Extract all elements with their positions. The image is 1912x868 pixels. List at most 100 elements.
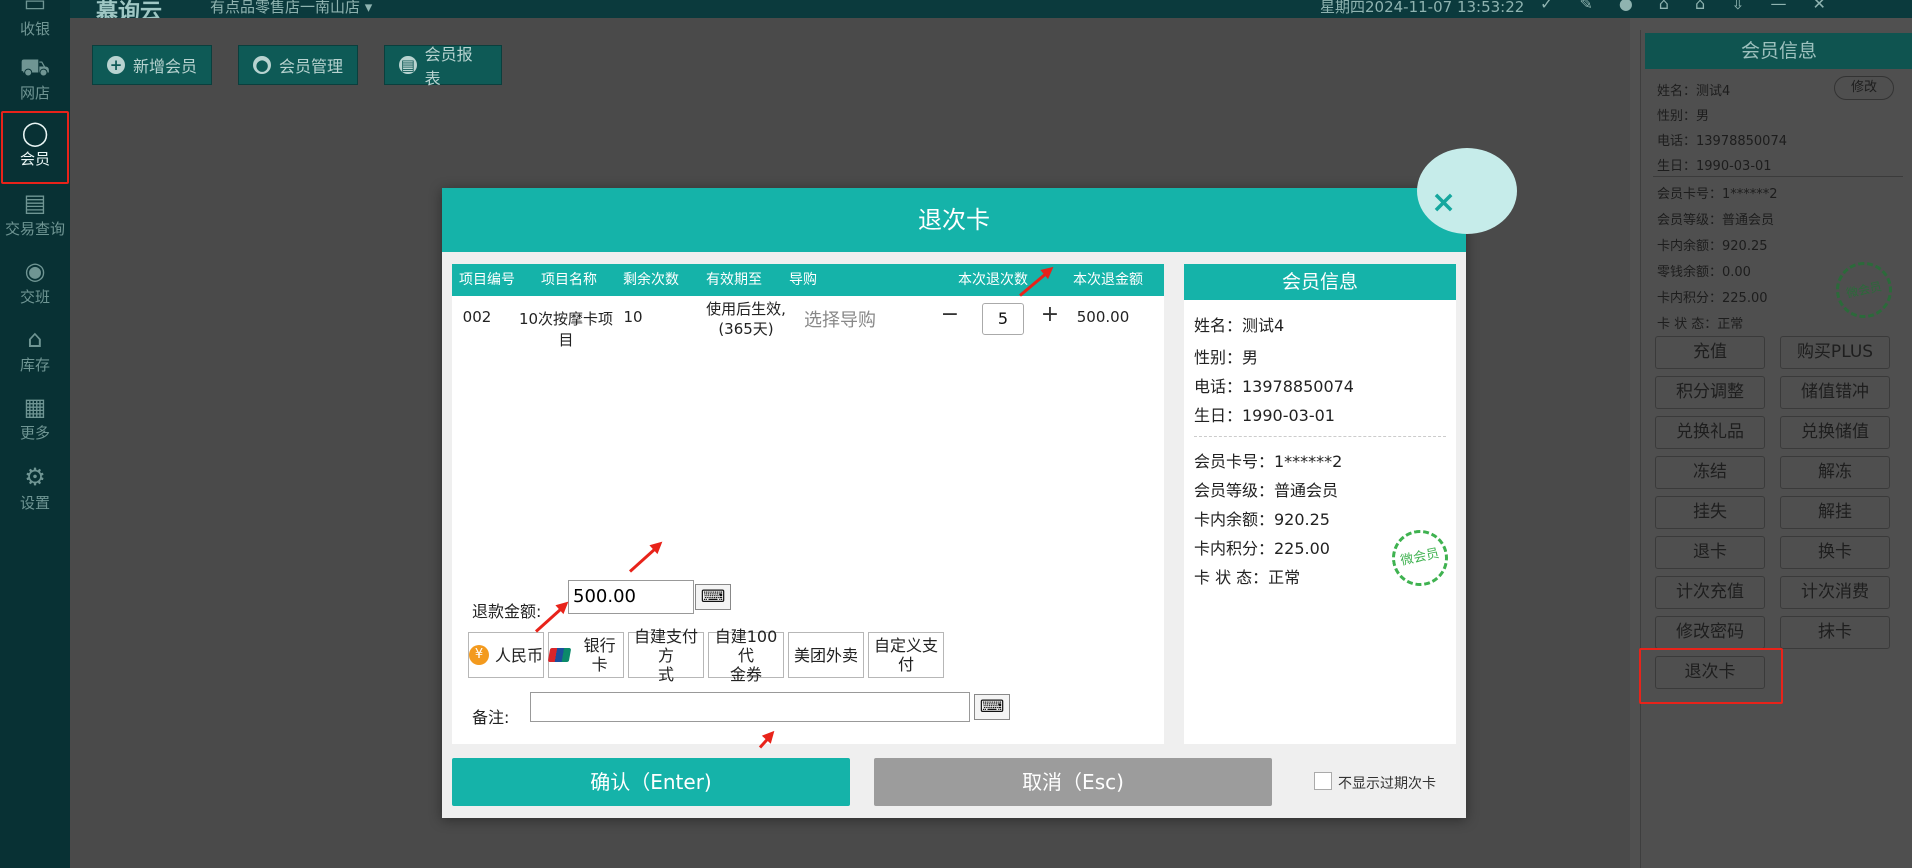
nav-item-settings[interactable]: ⚙ 设置 [0,462,70,528]
edit-icon[interactable]: ✎ [1579,0,1592,13]
side-points: 卡内积分：225.00 [1657,291,1768,306]
dialog-close-button[interactable]: × [1417,148,1517,234]
keyboard-icon[interactable]: ⌨ [974,694,1010,720]
status-icon[interactable]: ● [1619,0,1633,13]
keyboard-icon[interactable]: ⌨ [695,584,731,610]
table-row[interactable]: 002 10次按摩卡项目 10 使用后生效, (365天) 选择导购 − 5 +… [452,296,1164,349]
side-card-no: 会员卡号：1******2 [1657,187,1778,202]
info-status: 卡 状 态：正常 [1194,568,1301,587]
nav-label: 交易查询 [4,220,65,238]
unfreeze-button[interactable]: 解冻 [1780,456,1890,489]
annotation-highlight-return-count-card [1639,648,1783,704]
nav-label: 交班 [19,288,50,306]
change-card-button[interactable]: 换卡 [1780,536,1890,569]
register-icon: ▭ [23,0,47,17]
nav-item-more[interactable]: ▦ 更多 [0,392,70,458]
confirm-button[interactable]: 确认（Enter) [452,758,850,806]
cell-code: 002 [462,308,492,326]
cancel-loss-button[interactable]: 解挂 [1780,496,1890,529]
person-icon: ● [253,56,271,74]
home-icon[interactable]: ⌂ [1659,0,1669,13]
unionpay-icon [547,648,572,662]
decrement-button[interactable]: − [940,302,960,327]
erase-card-button[interactable]: 抹卡 [1780,616,1890,649]
pay-cash-button[interactable]: ¥ 人民币 [468,632,544,678]
return-count-input[interactable]: 5 [982,303,1024,335]
redeem-gift-button[interactable]: 兑换礼品 [1655,416,1765,449]
note-label: 备注: [472,708,510,727]
cancel-button[interactable]: 取消（Esc) [874,758,1272,806]
select-guide-dropdown[interactable]: 选择导购 [798,306,882,332]
buy-plus-button[interactable]: 购买PLUS [1780,336,1890,369]
store-selector[interactable]: 有点品零售店一南山店 ▾ [210,0,372,17]
info-card-no: 会员卡号：1******2 [1194,452,1343,471]
top-bar-icons: ✓ ✎ ● ⌂ ⌂ ⇩ — ✕ [1540,0,1826,13]
cell-return-amount: 500.00 [1076,308,1130,326]
nav-label: 网店 [19,84,50,102]
cell-validity: 使用后生效, (365天) [704,299,788,339]
side-birthday: 生日：1990-03-01 [1657,159,1772,174]
pay-label: 美团外卖 [793,645,858,665]
report-icon: ▤ [399,56,417,74]
member-manage-button[interactable]: ● 会员管理 [238,45,358,85]
pay-voucher-button[interactable]: 自建100代 金券 [708,627,784,684]
col-code: 项目编号 [459,272,515,288]
nav-item-webstore[interactable]: ⛟ 网店 [0,52,70,118]
document-icon: ▤ [23,189,47,217]
redeem-stored-value-button[interactable]: 兑换储值 [1780,416,1890,449]
increment-button[interactable]: + [1040,302,1060,327]
pay-label-line-2: 金券 [729,664,762,684]
return-count-card-dialog: 退次卡 × 项目编号 项目名称 剩余次数 有效期至 导购 本次退次数 本次退金额… [442,148,1517,818]
freeze-button[interactable]: 冻结 [1655,456,1765,489]
col-return-amount: 本次退金额 [1073,272,1143,288]
member-manage-label: 会员管理 [279,57,344,76]
hide-expired-checkbox[interactable] [1314,772,1332,790]
download-icon[interactable]: ⇩ [1731,0,1744,13]
note-input[interactable] [530,692,970,722]
side-balance: 卡内余额：920.25 [1657,239,1768,254]
window-close-icon[interactable]: ✕ [1813,0,1826,13]
nav-item-inventory[interactable]: ⌂ 库存 [0,324,70,390]
pay-label-line-2: 式 [657,664,674,684]
minimize-icon[interactable]: — [1771,0,1787,13]
member-info-panel: 会员信息 姓名：测试4 性别：男 电话：13978850074 生日：1990-… [1184,264,1456,744]
member-report-button[interactable]: ▤ 会员报表 [384,45,502,88]
info-phone: 电话：13978850074 [1194,377,1354,396]
divider [1653,176,1903,177]
table-header: 项目编号 项目名称 剩余次数 有效期至 导购 本次退次数 本次退金额 [452,264,1164,296]
yuan-coin-icon: ¥ [469,645,489,665]
check-icon[interactable]: ✓ [1540,0,1553,13]
hide-expired-label: 不显示过期次卡 [1338,776,1436,792]
gear-icon: ⚙ [24,463,46,491]
edit-member-button[interactable]: 修改 [1834,76,1894,100]
col-remaining: 剩余次数 [623,272,679,288]
nav-label: 库存 [19,356,50,374]
nav-item-cashier[interactable]: ▭ 收银 [0,0,70,54]
change-password-button[interactable]: 修改密码 [1655,616,1765,649]
count-consume-button[interactable]: 计次消费 [1780,576,1890,609]
add-member-button[interactable]: + 新增会员 [92,45,212,85]
pay-meituan-button[interactable]: 美团外卖 [788,632,864,678]
pay-bank-card-button[interactable]: 银行卡 [547,632,624,678]
pay-custom-method-button[interactable]: 自建支付方 式 [628,627,704,684]
validity-line-1: 使用后生效, [706,300,786,318]
info-gender: 性别：男 [1194,348,1259,367]
nav-item-transactions[interactable]: ▤ 交易查询 [0,188,70,254]
recharge-button[interactable]: 充值 [1655,336,1765,369]
annotation-highlight-member [1,111,69,184]
return-card-button[interactable]: 退卡 [1655,536,1765,569]
nav-item-shift[interactable]: ◉ 交班 [0,256,70,322]
pay-custom-button[interactable]: 自定义支付 [868,632,944,678]
stored-value-reverse-button[interactable]: 储值错冲 [1780,376,1890,409]
upload-icon[interactable]: ⌂ [1695,0,1705,13]
pay-label-line-1: 自建100代 [714,626,778,665]
nav-label: 更多 [19,424,50,442]
report-loss-button[interactable]: 挂失 [1655,496,1765,529]
side-level: 会员等级：普通会员 [1657,213,1775,228]
shift-icon: ◉ [24,257,46,285]
nav-label: 收银 [19,20,50,38]
points-adjust-button[interactable]: 积分调整 [1655,376,1765,409]
refund-amount-input[interactable]: 500.00 [568,580,694,614]
cell-name: 10次按摩卡项目 [518,310,614,349]
count-recharge-button[interactable]: 计次充值 [1655,576,1765,609]
